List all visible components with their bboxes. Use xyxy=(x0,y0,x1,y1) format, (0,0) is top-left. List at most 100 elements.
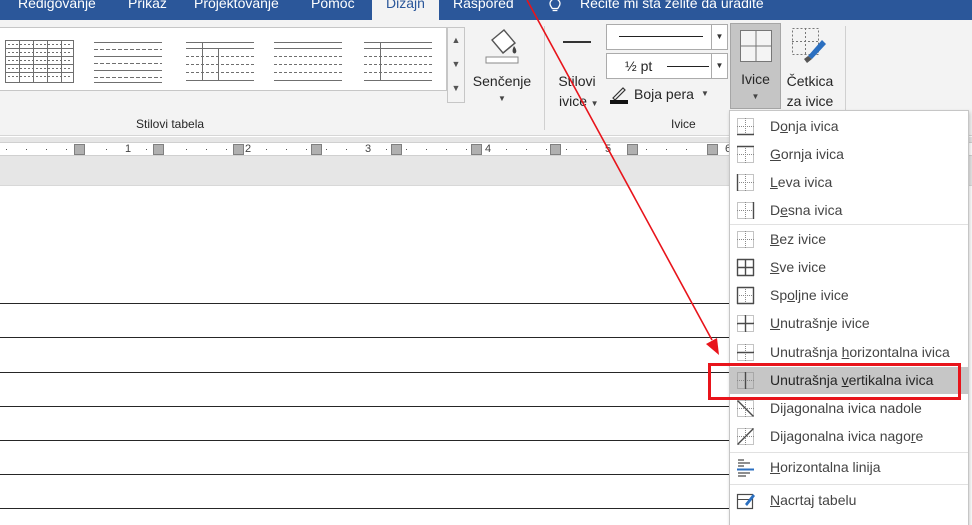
tab-projektovanje[interactable]: Projektovanje xyxy=(194,0,279,20)
line-style-icon xyxy=(563,41,591,43)
gallery-more-button[interactable]: ▼ xyxy=(448,76,464,100)
paint-bucket-icon xyxy=(485,29,519,64)
label-text: Unutrašnja xyxy=(770,344,842,360)
tab-prikaz[interactable]: Prikaz xyxy=(128,0,167,20)
menu-item-label: Unutrašnje ivice xyxy=(770,310,870,337)
ruler-tab-stop-marker[interactable] xyxy=(707,144,718,155)
ruler-tab-stop-marker[interactable] xyxy=(311,144,322,155)
label-text: D xyxy=(770,202,781,218)
access-key: S xyxy=(770,259,780,275)
line-weight-value: ½ pt xyxy=(625,58,653,74)
line-style-select[interactable]: ▼ xyxy=(606,24,728,50)
ruler-tab-stop-marker[interactable] xyxy=(74,144,85,155)
ruler-tab-stop-marker[interactable] xyxy=(471,144,482,155)
menu-item-draw-table[interactable]: Nacrtaj tabelu xyxy=(730,487,968,514)
tab-raspored[interactable]: Raspored xyxy=(453,0,514,20)
table-styles-group-label: Stilovi tabela xyxy=(136,117,205,131)
ruler-tab-stop-marker[interactable] xyxy=(627,144,638,155)
pen-color-button[interactable]: Boja pera ▼ xyxy=(609,84,709,106)
menu-item-inside-borders[interactable]: Unutrašnje ivice xyxy=(730,310,968,337)
table-style-columns-thumbnail[interactable] xyxy=(184,36,256,84)
menu-item-label: Gornja ivica xyxy=(770,141,844,168)
tab-dizajn[interactable]: Dizajn xyxy=(372,0,439,20)
border-styles-label-2: ivice xyxy=(559,93,588,109)
menu-item-all-borders[interactable]: Sve ivice xyxy=(730,254,968,281)
access-key: g xyxy=(794,400,802,416)
ruler-tick xyxy=(566,149,567,150)
chevron-down-icon: ▼ xyxy=(590,99,599,108)
outside-borders-icon xyxy=(736,286,755,305)
borders-dropdown-menu: Donja ivica Gornja ivica Leva ivica Desna i… xyxy=(729,110,969,525)
pen-color-icon xyxy=(610,87,628,104)
chevron-down-icon[interactable]: ▼ xyxy=(711,54,727,78)
menu-item-label: Bez ivice xyxy=(770,226,826,253)
border-painter-label-2: za ivice xyxy=(786,93,834,109)
border-styles-label-1: Stilovi xyxy=(558,73,596,89)
draw-table-icon xyxy=(736,491,755,510)
bottom-border-icon xyxy=(736,117,755,136)
table-style-lines-thumbnail[interactable] xyxy=(92,36,164,84)
ruler-tick xyxy=(6,149,7,150)
ruler-tick xyxy=(526,149,527,150)
tab-redigovanje[interactable]: Redigovanje xyxy=(18,0,96,20)
ruler-number: 4 xyxy=(485,143,492,155)
tab-pomoc[interactable]: Pomoć xyxy=(311,0,355,20)
ruler-tick xyxy=(546,149,547,150)
table-style-header-thumbnail[interactable] xyxy=(362,36,434,84)
access-key: e xyxy=(780,202,788,218)
line-weight-select[interactable]: ½ pt ▼ xyxy=(606,53,728,79)
label-text: e xyxy=(915,428,924,444)
menu-item-right-border[interactable]: Desna ivica xyxy=(730,197,968,224)
border-painter-button[interactable]: Četkica za ivice xyxy=(782,26,838,110)
menu-item-left-border[interactable]: Leva ivica xyxy=(730,169,968,196)
right-border-icon xyxy=(736,201,755,220)
ruler-tab-stop-marker[interactable] xyxy=(391,144,402,155)
menu-item-outside-borders[interactable]: Spoljne ivice xyxy=(730,282,968,309)
borders-button[interactable]: Ivice ▼ xyxy=(730,23,781,109)
menu-item-label: Unutrašnja horizontalna ivica xyxy=(770,339,950,366)
menu-separator xyxy=(730,484,968,485)
menu-item-horizontal-line[interactable]: Horizontalna linija xyxy=(730,454,968,481)
table-row-border xyxy=(0,406,740,407)
label-text: ve ivice xyxy=(779,259,827,275)
ruler-tick xyxy=(406,149,407,150)
ruler-tick xyxy=(26,149,27,150)
gallery-scroll-up-button[interactable]: ▲ xyxy=(448,28,464,52)
ruler-tick xyxy=(346,149,347,150)
ruler-number: 5 xyxy=(605,143,612,155)
line-weight-preview xyxy=(667,66,709,67)
table-style-grid-thumbnail[interactable] xyxy=(4,36,76,84)
border-painter-icon xyxy=(792,28,826,63)
gallery-scroll-down-button[interactable]: ▼ xyxy=(448,52,464,76)
ruler-number: 2 xyxy=(245,143,252,155)
chevron-down-icon: ▼ xyxy=(498,94,506,103)
menu-item-diagonal-up-border[interactable]: Dijagonalna ivica nagore xyxy=(730,423,968,450)
border-styles-button[interactable]: Stilovi ivice ▼ xyxy=(553,26,601,110)
shading-label: Senčenje xyxy=(472,73,532,89)
label-text: ez ivice xyxy=(779,231,827,247)
access-key: o xyxy=(780,118,788,134)
menu-item-label: Leva ivica xyxy=(770,169,832,196)
menu-item-top-border[interactable]: Gornja ivica xyxy=(730,141,968,168)
ruler-tab-stop-marker[interactable] xyxy=(233,144,244,155)
ruler-tab-stop-marker[interactable] xyxy=(153,144,164,155)
ruler-tab-stop-marker[interactable] xyxy=(550,144,561,155)
lightbulb-icon[interactable] xyxy=(547,0,563,14)
access-key: H xyxy=(770,459,781,475)
label-text: eva ivica xyxy=(777,174,833,190)
ruler-tick xyxy=(66,149,67,150)
menu-item-bottom-border[interactable]: Donja ivica xyxy=(730,113,968,140)
menu-item-inside-horizontal-border[interactable]: Unutrašnja horizontalna ivica xyxy=(730,339,968,366)
ruler-tick xyxy=(586,149,587,150)
table-style-plain-thumbnail[interactable] xyxy=(272,36,344,84)
ruler-tick xyxy=(666,149,667,150)
ruler-tick xyxy=(306,149,307,150)
shading-button[interactable]: Senčenje ▼ xyxy=(470,26,534,110)
chevron-down-icon: ▼ xyxy=(751,92,760,101)
label-text: orizontalna linija xyxy=(780,459,881,475)
tell-me-search[interactable]: Recite mi šta želite da uradite xyxy=(580,0,764,20)
label-text: sna ivica xyxy=(787,202,843,218)
chevron-down-icon: ▼ xyxy=(701,89,709,98)
menu-item-no-border[interactable]: Bez ivice xyxy=(730,226,968,253)
chevron-down-icon[interactable]: ▼ xyxy=(711,25,727,49)
